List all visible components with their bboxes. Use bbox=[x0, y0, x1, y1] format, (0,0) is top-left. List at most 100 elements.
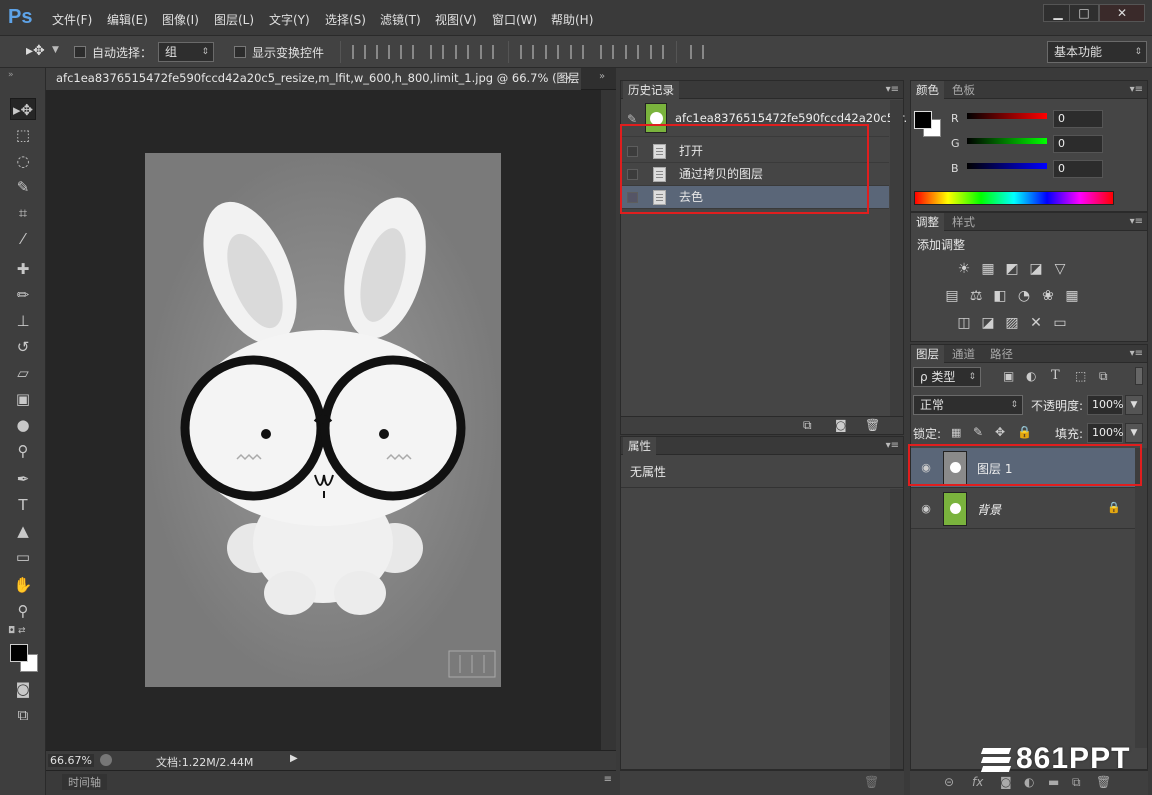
tab-paths[interactable]: 路径 bbox=[985, 345, 1018, 363]
tab-layers[interactable]: 图层 bbox=[911, 345, 944, 363]
hand-tool-icon[interactable]: ✋ bbox=[10, 574, 36, 596]
menu-view[interactable]: 视图(V) bbox=[435, 11, 477, 28]
align-right-icon[interactable] bbox=[480, 45, 494, 59]
align-left-icon[interactable] bbox=[430, 45, 444, 59]
posterize-icon[interactable]: ◪ bbox=[979, 315, 997, 331]
eyedropper-tool-icon[interactable]: ⁄ bbox=[10, 228, 36, 250]
g-value-field[interactable]: 0 bbox=[1053, 135, 1103, 153]
align-hcenter-icon[interactable] bbox=[455, 45, 469, 59]
maximize-button[interactable]: □ bbox=[1069, 4, 1099, 22]
history-scrollbar[interactable] bbox=[890, 100, 903, 416]
show-transform-checkbox[interactable] bbox=[234, 46, 246, 58]
tab-adjustments[interactable]: 调整 bbox=[911, 213, 944, 231]
filter-shape-icon[interactable]: ⬚ bbox=[1075, 369, 1086, 383]
distribute-hcenter-icon[interactable] bbox=[625, 45, 639, 59]
lasso-tool-icon[interactable]: ◌ bbox=[10, 150, 36, 172]
filter-toggle[interactable] bbox=[1135, 367, 1143, 385]
distribute-bottom-icon[interactable] bbox=[570, 45, 584, 59]
filter-smart-object-icon[interactable]: ⧉ bbox=[1099, 369, 1108, 384]
preview-icon[interactable] bbox=[100, 754, 112, 766]
vibrance-icon[interactable]: ▽ bbox=[1051, 261, 1069, 277]
foreground-color-swatch[interactable] bbox=[914, 111, 932, 129]
fill-field[interactable]: 100% bbox=[1087, 423, 1123, 443]
align-top-icon[interactable] bbox=[352, 45, 366, 59]
healing-brush-tool-icon[interactable]: ✚ bbox=[10, 258, 36, 280]
move-tool-icon[interactable]: ▸✥ bbox=[26, 43, 45, 59]
status-menu-arrow-icon[interactable]: ▶ bbox=[290, 753, 298, 764]
clone-stamp-tool-icon[interactable]: ⊥ bbox=[10, 310, 36, 332]
marquee-tool-icon[interactable]: ⬚ bbox=[10, 124, 36, 146]
trash-icon[interactable]: 🗑 bbox=[865, 418, 880, 432]
invert-icon[interactable]: ◫ bbox=[955, 315, 973, 331]
layer-filter-dropdown[interactable]: ρ 类型 ⇕ bbox=[913, 367, 981, 387]
menu-type[interactable]: 文字(Y) bbox=[269, 11, 310, 28]
tool-preset-chevron-icon[interactable]: ▼ bbox=[52, 45, 59, 55]
menu-help[interactable]: 帮助(H) bbox=[551, 11, 593, 28]
menu-select[interactable]: 选择(S) bbox=[325, 11, 366, 28]
auto-align-icon[interactable] bbox=[690, 45, 704, 59]
path-select-tool-icon[interactable]: ▲ bbox=[10, 520, 36, 542]
new-document-from-state-icon[interactable]: ⧉ bbox=[803, 418, 812, 433]
distribute-left-icon[interactable] bbox=[600, 45, 614, 59]
panel-menu-icon[interactable]: ▾≡ bbox=[1130, 216, 1143, 227]
workspace-dropdown[interactable]: 基本功能 ⇕ bbox=[1047, 41, 1147, 63]
align-bottom-icon[interactable] bbox=[400, 45, 414, 59]
tab-history[interactable]: 历史记录 bbox=[623, 81, 679, 99]
screen-mode-icon[interactable]: ⧉ bbox=[10, 704, 36, 726]
lock-all-icon[interactable]: 🔒 bbox=[1017, 425, 1032, 439]
filter-type-icon[interactable]: T bbox=[1051, 368, 1060, 383]
quick-select-tool-icon[interactable]: ✎ bbox=[10, 176, 36, 198]
distribute-vcenter-icon[interactable] bbox=[545, 45, 559, 59]
zoom-level[interactable]: 66.67% bbox=[48, 754, 94, 767]
threshold-icon[interactable]: ▨ bbox=[1003, 315, 1021, 331]
panel-menu-icon[interactable]: ▾≡ bbox=[1130, 84, 1143, 95]
distribute-top-icon[interactable] bbox=[520, 45, 534, 59]
r-slider[interactable] bbox=[967, 113, 1047, 119]
panel-menu-icon[interactable]: ▾≡ bbox=[886, 440, 899, 451]
opacity-chevron-icon[interactable]: ▼ bbox=[1125, 395, 1143, 415]
layers-scrollbar[interactable] bbox=[1135, 448, 1147, 748]
hue-saturation-icon[interactable]: ▤ bbox=[943, 288, 961, 304]
foreground-color-swatch[interactable] bbox=[10, 644, 28, 662]
tab-timeline[interactable]: 时间轴 bbox=[62, 774, 107, 790]
vertical-scrollbar[interactable] bbox=[601, 90, 616, 750]
pen-tool-icon[interactable]: ✒ bbox=[10, 468, 36, 490]
align-vcenter-icon[interactable] bbox=[376, 45, 390, 59]
quick-mask-icon[interactable]: ◙ bbox=[10, 678, 36, 700]
color-lookup-icon[interactable]: ▦ bbox=[1063, 288, 1081, 304]
type-tool-icon[interactable]: T bbox=[10, 494, 36, 516]
color-balance-icon[interactable]: ⚖ bbox=[967, 288, 985, 304]
menu-window[interactable]: 窗口(W) bbox=[492, 11, 537, 28]
dodge-tool-icon[interactable]: ⚲ bbox=[10, 440, 36, 462]
panel-menu-icon[interactable]: ▾≡ bbox=[1130, 348, 1143, 359]
b-slider[interactable] bbox=[967, 163, 1047, 169]
gradient-tool-icon[interactable]: ▣ bbox=[10, 388, 36, 410]
auto-select-dropdown[interactable]: 组 ⇕ bbox=[158, 42, 214, 62]
exposure-icon[interactable]: ◪ bbox=[1027, 261, 1045, 277]
r-value-field[interactable]: 0 bbox=[1053, 110, 1103, 128]
rectangle-tool-icon[interactable]: ▭ bbox=[10, 546, 36, 568]
menu-filter[interactable]: 滤镜(T) bbox=[380, 11, 421, 28]
lock-pixels-icon[interactable]: ✎ bbox=[973, 425, 983, 439]
curves-icon[interactable]: ◩ bbox=[1003, 261, 1021, 277]
b-value-field[interactable]: 0 bbox=[1053, 160, 1103, 178]
tab-swatches[interactable]: 色板 bbox=[947, 81, 980, 99]
filter-adjustment-icon[interactable]: ◐ bbox=[1026, 369, 1036, 383]
move-tool-icon[interactable]: ▸✥ bbox=[10, 98, 36, 120]
layer-row-background[interactable]: ◉ 背景 🔒 bbox=[911, 489, 1137, 529]
lock-transparency-icon[interactable]: ▦ bbox=[951, 426, 961, 439]
auto-select-checkbox[interactable] bbox=[74, 46, 86, 58]
menu-edit[interactable]: 编辑(E) bbox=[107, 11, 148, 28]
close-tab-icon[interactable]: × bbox=[564, 71, 573, 84]
panel-menu-icon[interactable]: ≡ bbox=[604, 774, 612, 785]
black-white-icon[interactable]: ◧ bbox=[991, 288, 1009, 304]
eye-icon[interactable]: ◉ bbox=[919, 502, 933, 516]
close-button[interactable]: ✕ bbox=[1099, 4, 1145, 22]
link-layers-icon[interactable]: ⊝ bbox=[944, 775, 954, 789]
camera-icon[interactable]: ◙ bbox=[835, 418, 847, 432]
tab-properties[interactable]: 属性 bbox=[623, 437, 656, 455]
filter-pixel-icon[interactable]: ▣ bbox=[1003, 369, 1014, 383]
gradient-map-icon[interactable]: ✕ bbox=[1027, 315, 1045, 331]
tab-styles[interactable]: 样式 bbox=[947, 213, 980, 231]
properties-scrollbar[interactable] bbox=[890, 489, 903, 769]
